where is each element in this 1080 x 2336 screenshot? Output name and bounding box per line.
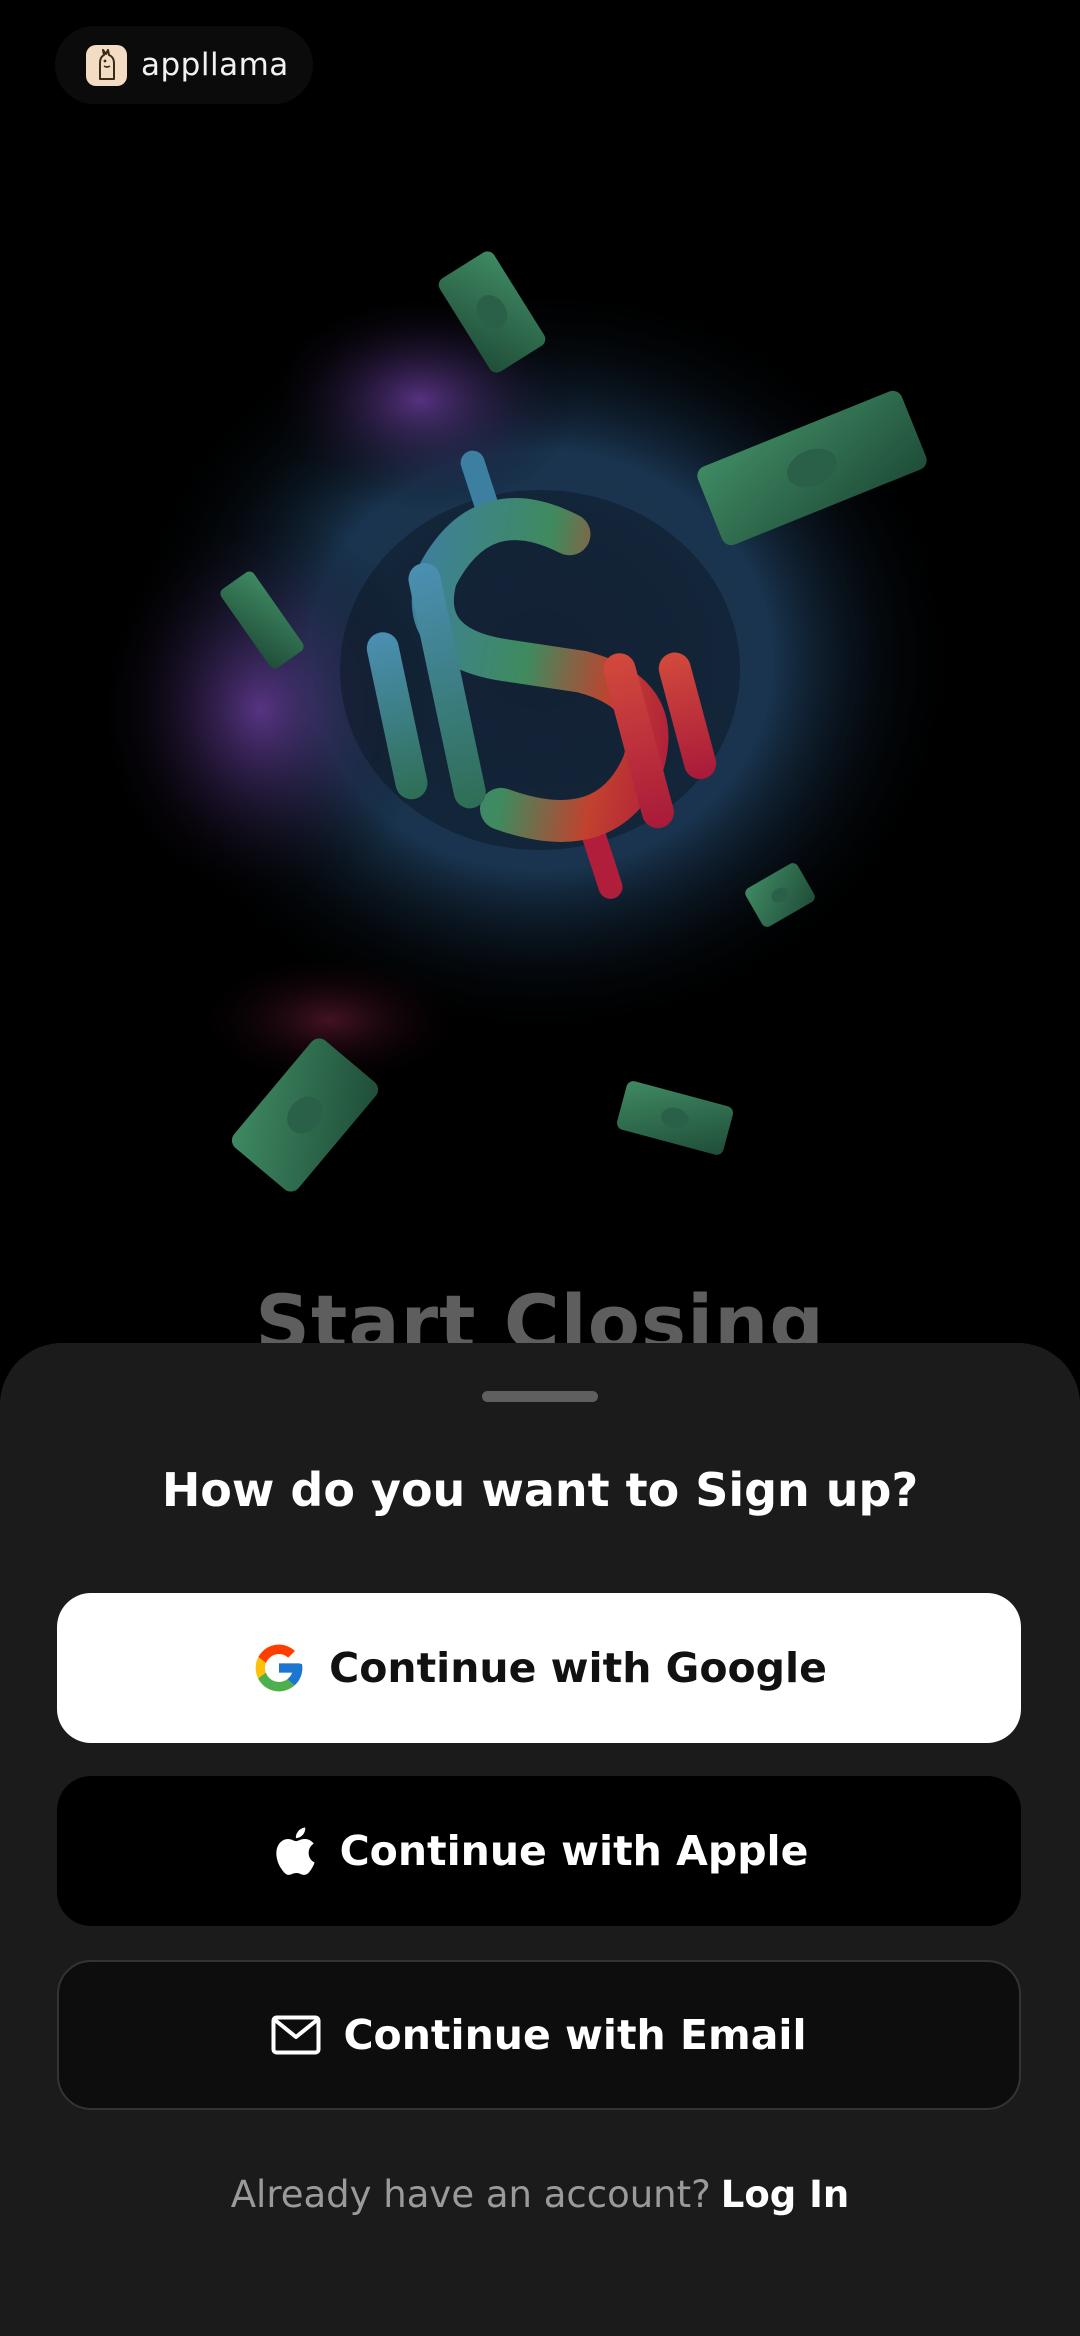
continue-with-apple-button[interactable]: Continue with Apple	[57, 1776, 1021, 1926]
email-button-label: Continue with Email	[343, 2011, 807, 2059]
apple-button-label: Continue with Apple	[339, 1827, 809, 1875]
signup-title: How do you want to Sign up?	[161, 1463, 919, 1517]
app-logo-text: appllama	[141, 47, 289, 83]
google-icon	[251, 1640, 307, 1696]
login-prompt: Already have an account? Log In	[0, 2173, 1080, 2216]
signup-screen: appllama Start Closing How do you want t…	[0, 0, 1080, 2336]
apple-icon	[270, 1824, 318, 1878]
mail-icon	[271, 2015, 321, 2055]
continue-with-email-button[interactable]: Continue with Email	[57, 1960, 1021, 2110]
log-in-link[interactable]: Log In	[721, 2173, 849, 2216]
google-button-label: Continue with Google	[329, 1644, 827, 1692]
signup-bottom-sheet: How do you want to Sign up? Continue wit…	[0, 1343, 1080, 2336]
login-prompt-text: Already have an account?	[230, 2173, 711, 2216]
money-hero-illustration	[90, 251, 960, 1192]
app-logo-badge: appllama	[55, 26, 313, 104]
continue-with-google-button[interactable]: Continue with Google	[57, 1593, 1021, 1743]
sheet-drag-handle[interactable]	[482, 1391, 598, 1402]
llama-logo-icon	[86, 44, 127, 86]
